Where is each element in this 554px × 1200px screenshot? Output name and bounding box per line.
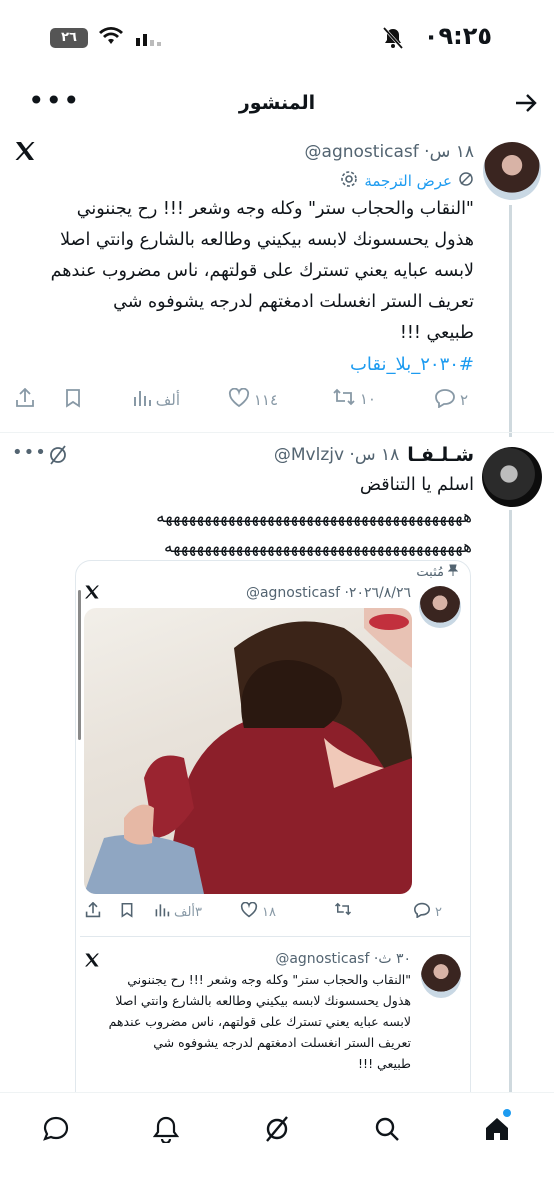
quoted-bookmark-button[interactable] [120, 902, 134, 922]
page-title: المنشور [238, 92, 316, 114]
battery-indicator: ٢٦ [50, 28, 88, 48]
tweet-line: طبيعي !!! [399, 323, 474, 343]
avatar[interactable] [419, 586, 461, 628]
tweet-line: لابسه عبايه يعني تسترك على قولتهم، ناس م… [50, 261, 474, 281]
reply-header: @Mvlzjv ·١٨ س شـلـفـا [274, 444, 474, 466]
tweet-handle-time[interactable]: @agnosticasf ·١٨ س [305, 142, 474, 162]
share-icon [84, 901, 102, 922]
reply-line: هههههههههههههههههههههههههههههههههههههههه [156, 507, 472, 527]
inner-line: هذول يحسسونك لابسه بيكيني وطالعه بالشارع… [115, 993, 411, 1008]
do-not-disturb-icon [382, 26, 404, 54]
quoted-photo[interactable] [84, 608, 412, 894]
tweet-actions: ٢ ١٠ ١١٤ ألف [0, 387, 554, 416]
reply-icon [434, 388, 456, 412]
reply-more-icon[interactable]: ••• [12, 442, 47, 463]
like-count: ١١٤ [253, 391, 278, 409]
divider [0, 432, 554, 433]
views-icon [132, 388, 152, 412]
reply-count: ٢ [459, 391, 468, 409]
reply-icon [413, 902, 431, 922]
reply-laugh-text: هههههههههههههههههههههههههههههههههههههههه… [22, 502, 472, 562]
like-count: ١٨ [262, 904, 276, 920]
quoted-reply-button[interactable]: ٢ [413, 902, 442, 922]
tweet-text: "النقاب والحجاب ستر" وكله وجه وشعر !!! ر… [4, 194, 474, 349]
bookmark-icon [64, 388, 82, 412]
inner-line: تعريف الستر انغسلت ادمغتهم لدرجه يشوفوه … [153, 1035, 411, 1050]
avatar[interactable] [482, 447, 542, 507]
bottom-nav [0, 1092, 554, 1200]
hashtag-link[interactable]: #٢٠٣٠_بلا_نقاب [350, 354, 474, 375]
notification-dot [503, 1109, 511, 1117]
inner-quote-text: "النقاب والحجاب ستر" وكله وجه وشعر !!! ر… [81, 969, 411, 1074]
reply-line: ههههههههههههههههههههههههههههههههههههههه [163, 537, 472, 557]
reply-display-name[interactable]: شـلـفـا [407, 444, 474, 466]
bookmark-icon [120, 902, 134, 922]
signal-icon [134, 28, 162, 52]
home-icon[interactable] [477, 1109, 517, 1149]
grok-icon[interactable] [48, 444, 68, 470]
heart-icon [228, 387, 250, 412]
x-logo-icon [14, 140, 36, 166]
messages-icon[interactable] [36, 1109, 76, 1149]
grok-icon[interactable] [257, 1109, 297, 1149]
pin-icon [447, 564, 459, 580]
retweet-button[interactable]: ١٠ [332, 388, 376, 410]
views-count: ألف [155, 391, 180, 409]
share-icon [14, 387, 36, 412]
quoted-like-button[interactable]: ١٨ [240, 901, 276, 922]
settings-icon[interactable] [340, 170, 358, 192]
pinned-label: مُثبت [416, 564, 444, 580]
reply-button[interactable]: ٢ [434, 388, 468, 412]
inner-handle-time[interactable]: @agnosticasf ·٣٠ ث [275, 951, 411, 967]
tweet-line: هذول يحسسونك لابسه بيكيني وطالعه بالشارع… [60, 230, 474, 250]
notifications-icon[interactable] [146, 1109, 186, 1149]
views-icon [154, 902, 170, 922]
like-button[interactable]: ١١٤ [228, 387, 278, 412]
wifi-icon [98, 26, 124, 50]
reply-handle-time[interactable]: @Mvlzjv ·١٨ س [274, 445, 399, 465]
thread-line [509, 510, 512, 1100]
x-logo-icon [84, 584, 100, 604]
share-button[interactable] [14, 387, 36, 412]
quoted-handle-date[interactable]: @agnosticasf ·٢٠٢٦/٨/٢٦ [246, 585, 411, 601]
inner-line: طبيعي !!! [358, 1056, 411, 1071]
translate-row[interactable]: عرض الترجمة [340, 170, 474, 192]
quoted-share-button[interactable] [84, 901, 102, 922]
tweet-line: "النقاب والحجاب ستر" وكله وجه وشعر !!! ر… [76, 199, 474, 219]
tweet-line: تعريف الستر انغسلت ادمغتهم لدرجه يشوفوه … [113, 292, 474, 312]
heart-icon [240, 901, 258, 922]
views-count: ٣ألف [173, 904, 202, 920]
retweet-icon [332, 388, 356, 410]
bookmark-button[interactable] [64, 388, 82, 412]
views-button[interactable]: ألف [132, 388, 180, 412]
status-time: ٠٩:٢٥ [423, 22, 492, 50]
translate-link[interactable]: عرض الترجمة [364, 172, 452, 190]
pinned-row: مُثبت [416, 564, 459, 580]
inner-line: لابسه عبايه يعني تسترك على قولتهم، ناس م… [108, 1014, 411, 1029]
inner-line: "النقاب والحجاب ستر" وكله وجه وشعر !!! ر… [127, 972, 411, 987]
search-icon[interactable] [367, 1109, 407, 1149]
quoted-views-button[interactable]: ٣ألف [154, 902, 202, 922]
translate-icon [458, 171, 474, 191]
reply-line: اسلم يا التناقض [359, 475, 474, 495]
quoted-retweet-button[interactable] [334, 902, 352, 920]
quoted-actions: ٢ ١٨ ٣ألف [76, 901, 472, 924]
retweet-count: ١٠ [359, 390, 376, 408]
retweet-icon [334, 902, 352, 920]
more-options-icon[interactable]: ••• [28, 84, 81, 117]
reply-count: ٢ [435, 904, 442, 920]
avatar[interactable] [421, 954, 461, 998]
avatar[interactable] [483, 142, 541, 200]
reply-text: اسلم يا التناقض [14, 470, 474, 501]
scrollbar[interactable] [78, 590, 81, 740]
